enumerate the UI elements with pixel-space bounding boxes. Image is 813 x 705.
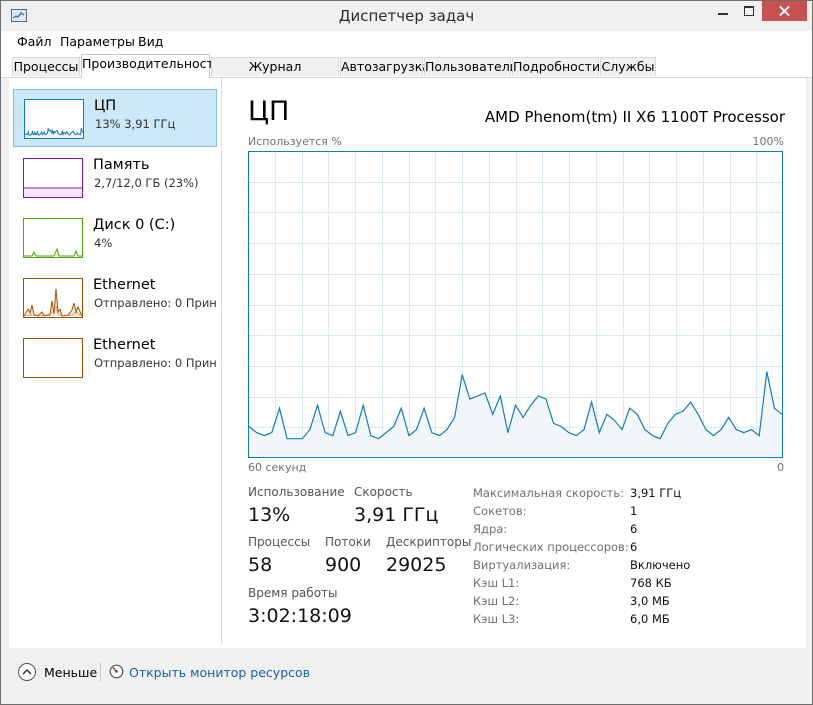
sidebar-item-title: Память <box>93 157 150 173</box>
maximize-button[interactable] <box>736 1 762 21</box>
tab-startup[interactable]: Автозагрузка <box>340 57 430 76</box>
cpu-thumbnail-graph <box>24 99 84 139</box>
tab-app-history[interactable]: Журнал приложений <box>211 57 339 92</box>
speed-label: Скорость <box>354 485 413 499</box>
resource-monitor-icon[interactable] <box>109 664 124 679</box>
cpu-model-name: AMD Phenom(tm) II X6 1100T Processor <box>484 108 785 126</box>
cpu-detail-pane: ЦП AMD Phenom(tm) II X6 1100T Processor … <box>222 78 806 648</box>
sidebar-item-subtitle: Отправлено: 0 Принято: 0 кбит/с <box>94 296 218 310</box>
performance-panel: ЦП 13% 3,91 ГГц Память 2,7/12,0 ГБ (23%)… <box>9 78 806 648</box>
fewer-details-button[interactable]: Меньше <box>44 665 97 680</box>
sidebar-item-subtitle: 2,7/12,0 ГБ (23%) <box>94 176 199 190</box>
spec-value: 6 <box>630 540 638 554</box>
threads-label: Потоки <box>325 535 371 549</box>
sidebar-item-subtitle: 4% <box>94 236 113 250</box>
spec-value: Включено <box>630 558 691 572</box>
sidebar-item-title: Ethernet <box>93 277 156 293</box>
open-resource-monitor-link[interactable]: Открыть монитор ресурсов <box>129 665 310 680</box>
spec-label: Максимальная скорость: <box>473 486 625 500</box>
usage-axis-label: Используется % <box>248 135 342 148</box>
footer-divider <box>100 662 101 682</box>
sidebar-item-subtitle: Отправлено: 0 Принято: 0 кбит/с <box>94 356 218 370</box>
spec-label: Ядра: <box>473 522 508 536</box>
sidebar-item-title: Ethernet <box>93 337 156 353</box>
close-button[interactable] <box>762 1 807 21</box>
cpu-heading: ЦП <box>248 96 290 127</box>
disk-thumbnail-graph <box>23 218 83 258</box>
sidebar-item-memory[interactable]: Память 2,7/12,0 ГБ (23%) <box>13 149 217 207</box>
resource-sidebar: ЦП 13% 3,91 ГГц Память 2,7/12,0 ГБ (23%)… <box>9 78 222 644</box>
memory-thumbnail-graph <box>23 158 83 198</box>
spec-label: Кэш L1: <box>473 576 520 590</box>
tab-strip: Процессы Производительность Журнал прило… <box>1 53 812 92</box>
sidebar-item-title: Диск 0 (C:) <box>93 217 176 233</box>
sidebar-item-disk[interactable]: Диск 0 (C:) 4% <box>13 209 217 267</box>
spec-value: 3,0 МБ <box>630 594 670 608</box>
spec-label: Сокетов: <box>473 504 527 518</box>
sidebar-item-ethernet-1[interactable]: Ethernet Отправлено: 0 Принято: 0 кбит/с <box>13 269 218 327</box>
handles-label: Дескрипторы <box>386 535 472 549</box>
tab-users[interactable]: Пользователи <box>424 57 518 76</box>
processes-label: Процессы <box>248 535 311 549</box>
menu-options[interactable]: Параметры <box>60 34 135 49</box>
threads-value: 900 <box>325 554 362 576</box>
collapse-chevron-icon[interactable] <box>18 663 36 681</box>
spec-label: Виртуализация: <box>473 558 571 572</box>
title-bar[interactable]: Диспетчер задач <box>1 1 812 31</box>
speed-value: 3,91 ГГц <box>354 504 439 526</box>
spec-label: Логических процессоров: <box>473 540 629 554</box>
footer-bar: Меньше Открыть монитор ресурсов <box>1 649 812 694</box>
sidebar-item-ethernet-2[interactable]: Ethernet Отправлено: 0 Принято: 0 кбит/с <box>13 329 218 387</box>
menu-bar: Файл Параметры Вид <box>1 31 812 53</box>
menu-file[interactable]: Файл <box>17 34 52 49</box>
spec-label: Кэш L2: <box>473 594 520 608</box>
tab-details[interactable]: Подробности <box>512 57 600 76</box>
ethernet-thumbnail-graph <box>23 338 83 378</box>
processes-value: 58 <box>248 554 273 576</box>
task-manager-window: Диспетчер задач Файл Параметры Вид Проце… <box>0 0 813 705</box>
window-title: Диспетчер задач <box>338 7 475 25</box>
spec-label: Кэш L3: <box>473 612 520 626</box>
max-percent-label: 100% <box>752 135 784 148</box>
uptime-value: 3:02:18:09 <box>248 605 352 627</box>
menu-view[interactable]: Вид <box>138 34 163 49</box>
sidebar-item-subtitle: 13% 3,91 ГГц <box>95 117 176 131</box>
sidebar-item-title: ЦП <box>94 98 117 114</box>
sidebar-item-cpu[interactable]: ЦП 13% 3,91 ГГц <box>13 89 217 147</box>
spec-value: 3,91 ГГц <box>630 486 682 500</box>
spec-value: 6 <box>630 522 638 536</box>
utilization-label: Использование <box>248 485 345 499</box>
utilization-value: 13% <box>248 504 291 526</box>
handles-value: 29025 <box>386 554 447 576</box>
minimize-button[interactable] <box>710 1 736 21</box>
tab-performance[interactable]: Производительность <box>81 54 221 78</box>
time-span-label: 60 секунд <box>248 461 307 474</box>
uptime-label: Время работы <box>248 586 338 600</box>
time-end-label: 0 <box>777 461 784 474</box>
ethernet-thumbnail-graph <box>23 278 83 318</box>
spec-value: 768 КБ <box>630 576 672 590</box>
tab-services[interactable]: Службы <box>600 57 656 76</box>
spec-value: 1 <box>630 504 638 518</box>
spec-value: 6,0 МБ <box>630 612 670 626</box>
tab-processes[interactable]: Процессы <box>12 57 80 76</box>
cpu-usage-graph <box>248 151 783 458</box>
